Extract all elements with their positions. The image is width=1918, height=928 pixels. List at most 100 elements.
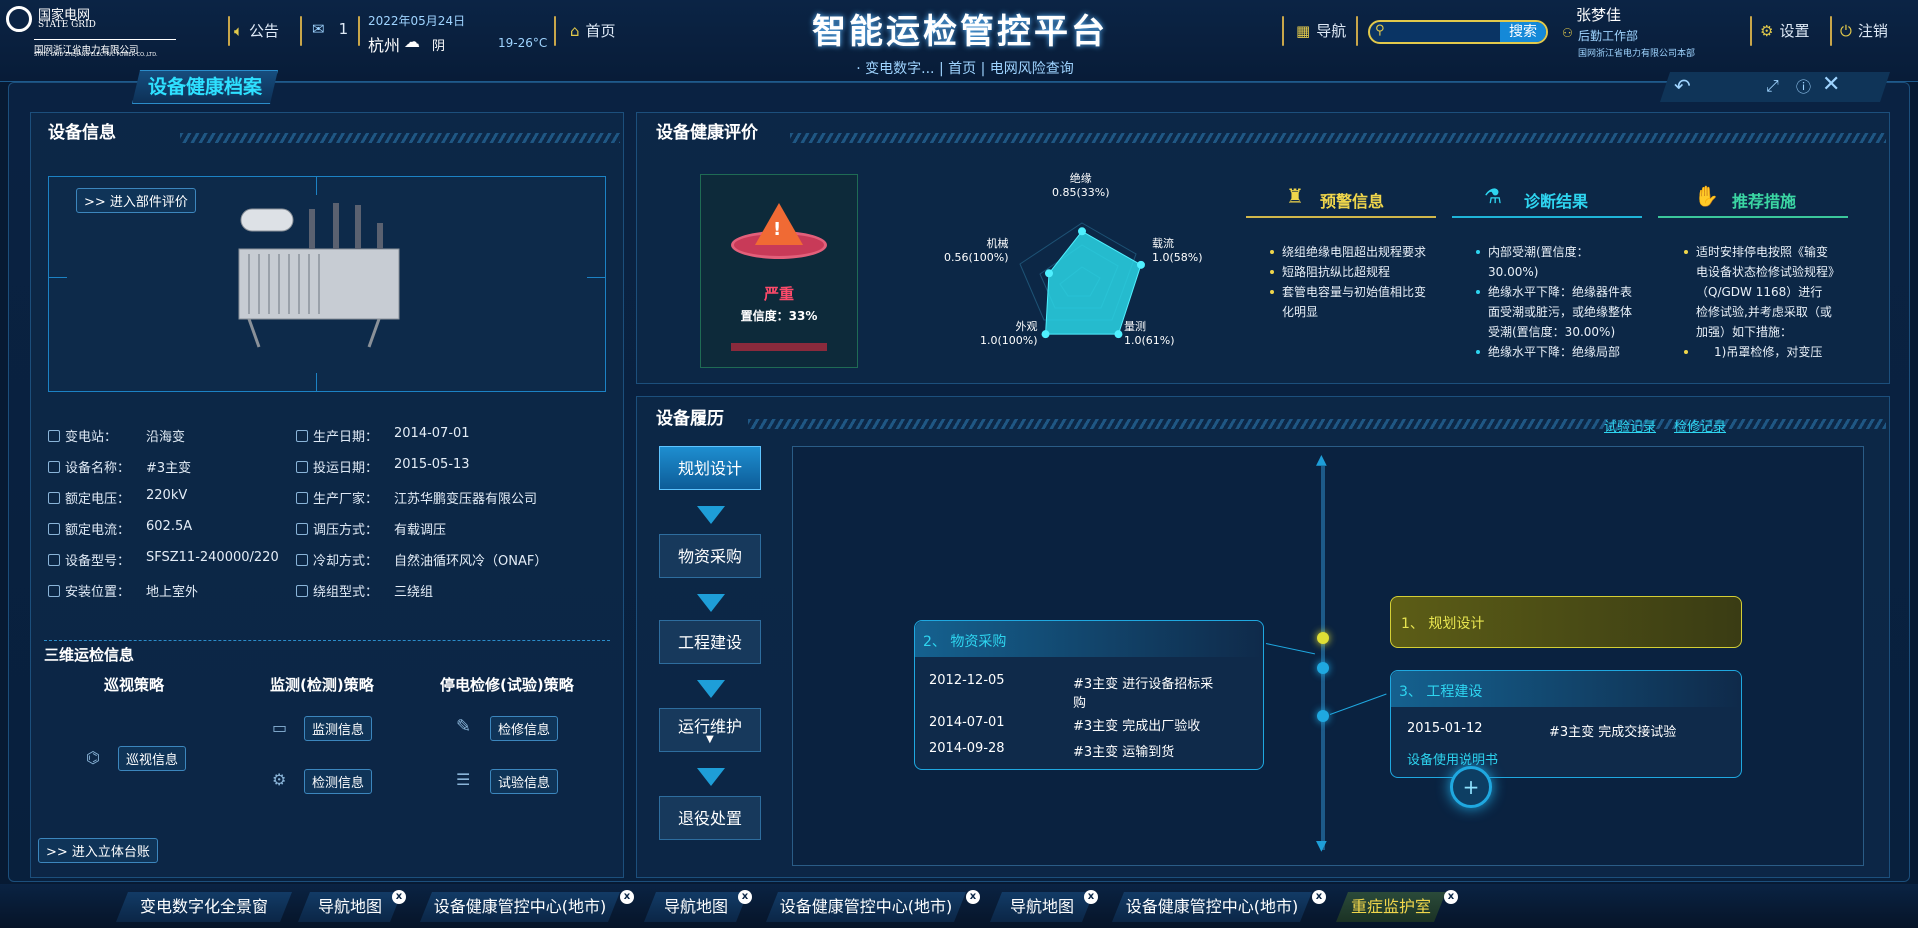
plus-icon[interactable]: + [1450, 766, 1492, 808]
event-date: 2012-12-05 [929, 673, 1005, 688]
temperature-text: 19-26°C [498, 36, 548, 50]
repair-record-link[interactable]: 检修记录 [1674, 416, 1726, 435]
flow-step-retirement[interactable]: 退役处置 [659, 796, 761, 840]
tab-close-icon[interactable]: x [966, 890, 980, 904]
weather-text: 阴 [432, 39, 446, 54]
ops-col-patrol: 巡视策略 [104, 676, 165, 694]
repair-info-button[interactable]: 检修信息 [490, 716, 559, 741]
event-date: 2015-01-12 [1407, 721, 1483, 736]
user-name[interactable]: 张梦佳 [1576, 4, 1621, 25]
radar-point [1044, 269, 1053, 278]
diagnosis-item: 内部受潮(置信度：30.00%) [1476, 242, 1636, 282]
monitor-info-button[interactable]: 监测信息 [304, 716, 373, 741]
search-input[interactable] [1392, 22, 1497, 42]
card-planning[interactable]: 1、 规划设计 [1390, 596, 1742, 648]
tab-close-icon[interactable]: x [392, 890, 406, 904]
ops-col-repair: 停电检修(试验)策略 [440, 676, 574, 694]
info-row: 绕组型式： 三绕组 [296, 581, 596, 612]
timeline-node [1317, 632, 1329, 644]
radar-point [1136, 260, 1145, 269]
info-row: 生产日期： 2014-07-01 [296, 426, 596, 457]
measure-item: 1)吊罩检修，对变压 [1684, 342, 1834, 362]
nav-label: 导航 [1316, 22, 1347, 40]
radar-axis-name: 量测 [1124, 320, 1146, 333]
tab-nav-map[interactable]: 导航地图 [644, 892, 748, 922]
monitor-icon: ▭ [272, 718, 288, 737]
info-row: 投运日期： 2015-05-13 [296, 457, 596, 488]
event-text: #3主变 完成交接试验 [1549, 725, 1677, 740]
tab-nav-map[interactable]: 导航地图 [990, 892, 1094, 922]
tab-health-center[interactable]: 设备健康管控中心(地市) [1112, 892, 1312, 922]
subnav-link-home[interactable]: 首页 [948, 61, 976, 77]
substation-icon [48, 430, 60, 442]
camera-icon: ⌬ [86, 748, 100, 767]
info-label: 额定电流： [65, 523, 131, 538]
tab-close-icon[interactable]: x [1444, 890, 1458, 904]
tab-nav-map[interactable]: 导航地图 [298, 892, 402, 922]
speaker-icon: 🔈︎ [234, 21, 244, 40]
timeline-down-arrow[interactable]: ▼ [1316, 838, 1327, 854]
severity-box: ! 严重 置信度：33% [700, 174, 858, 368]
close-icon[interactable]: ✕ [1822, 72, 1840, 97]
patrol-info-button[interactable]: 巡视信息 [118, 746, 187, 771]
title-decoration [790, 133, 1886, 143]
ops-title: 三维运检信息 [44, 646, 135, 664]
tab-close-icon[interactable]: x [1312, 890, 1326, 904]
flow-step-procurement[interactable]: 物资采购 [659, 534, 761, 578]
page-title: 设备健康档案 [132, 70, 278, 104]
tab-substation-panorama[interactable]: 变电数字化全景窗 [116, 892, 292, 922]
tab-health-center[interactable]: 设备健康管控中心(地市) [766, 892, 966, 922]
divider [358, 16, 360, 46]
mail-button[interactable]: ✉︎ 1 [312, 20, 348, 38]
announcement-button[interactable]: 🔈︎ 公告 [234, 20, 279, 41]
enter-ledger-button[interactable]: >> 进入立体台账 [38, 838, 158, 863]
crosshair-line [316, 373, 317, 391]
info-value: 2014-07-01 [394, 426, 470, 441]
manual-link[interactable]: 设备使用说明书 [1407, 749, 1498, 768]
tab-close-icon[interactable]: x [620, 890, 634, 904]
crosshair-line [316, 177, 317, 195]
flow-step-construction[interactable]: 工程建设 [659, 620, 761, 664]
tab-close-icon[interactable]: x [1084, 890, 1098, 904]
back-icon[interactable]: ↶ [1674, 74, 1691, 98]
test-info-button[interactable]: 试验信息 [490, 769, 559, 794]
logout-button[interactable]: ⏻ 注销 [1840, 20, 1888, 41]
tab-icu[interactable]: 重症监护室 [1336, 892, 1446, 922]
device-info-title: 设备信息 [48, 123, 116, 143]
fullscreen-icon[interactable]: ⤢ [1766, 76, 1779, 96]
home-button[interactable]: ⌂ 首页 [570, 20, 616, 41]
grid-icon: ▦ [1296, 21, 1311, 40]
timeline-up-arrow[interactable]: ▲ [1316, 452, 1327, 468]
info-row: 设备名称： #3主变 [48, 457, 298, 488]
radar-label-measure: 量测 1.0(61%) [1124, 318, 1175, 347]
flow-step-planning[interactable]: 规划设计 [659, 446, 761, 490]
tab-health-center[interactable]: 设备健康管控中心(地市) [420, 892, 620, 922]
flow-step-operation[interactable]: 运行维护 [659, 708, 761, 752]
radar-point [1114, 330, 1123, 339]
home-label: 首页 [585, 22, 616, 40]
enter-parts-eval-button[interactable]: >> 进入部件评价 [76, 188, 196, 213]
subnav-link-substation[interactable]: · 变电数字... [856, 61, 934, 77]
card-procurement[interactable]: 2、 物资采购 2012-12-05 #3主变 进行设备招标采购 2014-07… [914, 620, 1264, 770]
subnav-link-risk[interactable]: 电网风险查询 [990, 61, 1074, 77]
regulation-icon [296, 523, 308, 535]
nav-button[interactable]: ▦ 导航 [1296, 20, 1346, 41]
cloud-icon: ☁︎ [404, 32, 420, 51]
mail-count: 1 [338, 20, 349, 38]
device-info-list-left: 变电站： 沿海变 设备名称： #3主变 额定电压： 220kV 额定电流： 602.5A… [48, 426, 298, 612]
radar-label-current: 载流 1.0(58%) [1152, 235, 1203, 264]
info-row: 调压方式： 有载调压 [296, 519, 596, 550]
card-procurement-title: 2、 物资采购 [923, 634, 1007, 650]
detect-info-button[interactable]: 检测信息 [304, 769, 373, 794]
help-icon[interactable]: ⓘ [1796, 76, 1811, 97]
settings-button[interactable]: ⚙ 设置 [1760, 20, 1809, 41]
severity-bar [731, 343, 827, 351]
search-button[interactable]: 搜索 [1500, 22, 1546, 42]
info-row: 额定电流： 602.5A [48, 519, 298, 550]
location-icon [48, 585, 60, 597]
tab-close-icon[interactable]: x [738, 890, 752, 904]
divider [1830, 16, 1832, 46]
test-record-link[interactable]: 试验记录 [1604, 416, 1656, 435]
card-construction[interactable]: 3、 工程建设 2015-01-12 #3主变 完成交接试验 设备使用说明书 [1390, 670, 1742, 778]
radar-label-mechanical: 机械 0.56(100%) [944, 235, 1009, 264]
